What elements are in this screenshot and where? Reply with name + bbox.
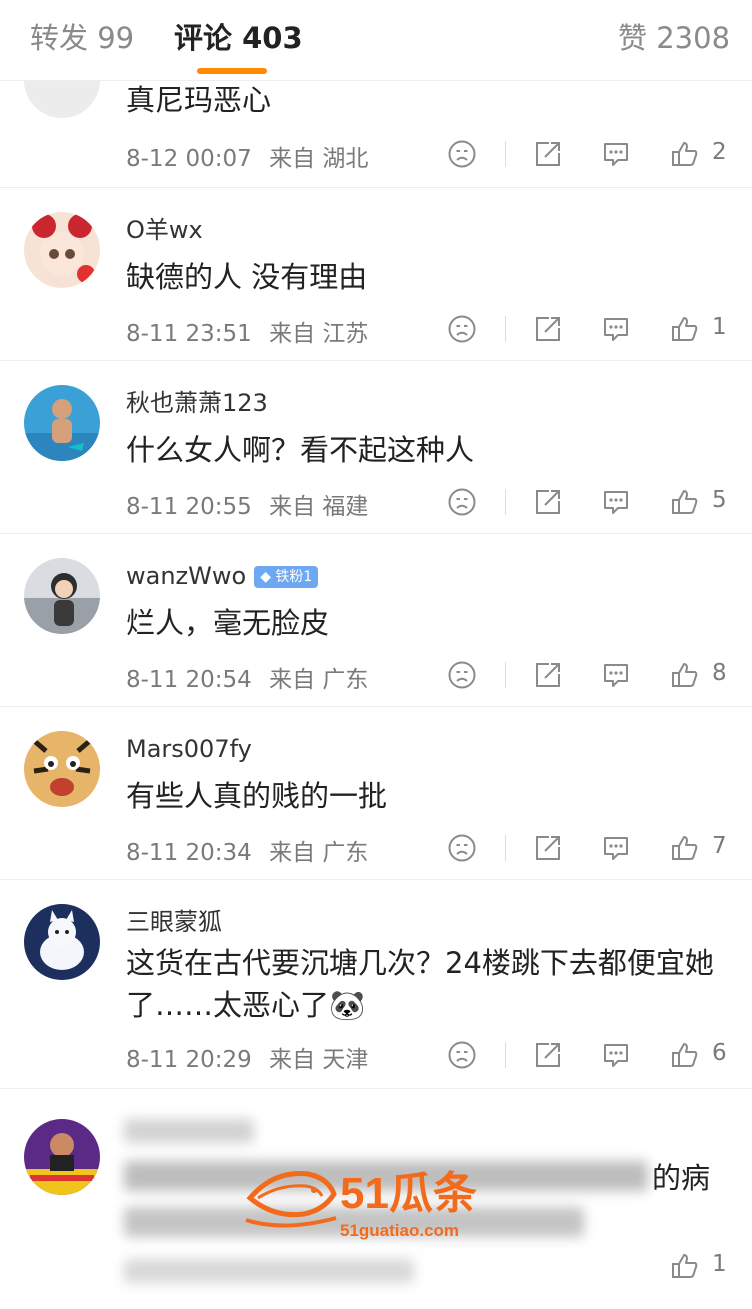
comment-meta: 8-12 00:07 来自 湖北 [126, 139, 378, 173]
like-count: 1 [712, 314, 727, 340]
like-icon[interactable] [670, 660, 700, 690]
like-icon[interactable] [670, 487, 700, 517]
comment-text: 真尼玛恶心 [126, 83, 272, 117]
like-count: 7 [712, 833, 727, 859]
comment-meta: 8-11 20:34 来自 广东 [126, 833, 378, 867]
like-count: 5 [712, 487, 727, 513]
comment-text: 这货在古代要沉塘几次？24楼跳下去都便宜她了……太恶心了🐼 [126, 942, 726, 1026]
fan-badge-label: 铁粉1 [275, 569, 313, 585]
dislike-icon[interactable] [447, 833, 477, 863]
comment-item: wanzWwo ◆ 铁粉1 烂人，毫无脸皮 8-11 20:54 来自 广东 8 [0, 534, 752, 707]
username[interactable]: wanzWwo ◆ 铁粉1 [126, 560, 319, 592]
comment-location: 来自 江苏 [269, 321, 369, 347]
share-icon[interactable] [533, 1040, 563, 1070]
avatar[interactable] [24, 1119, 100, 1195]
username-text: wanzWwo [126, 562, 247, 590]
comment-text: 缺德的人 没有理由 [126, 260, 368, 294]
active-tab-indicator [197, 68, 267, 74]
comment-item: Mars007fy 有些人真的贱的一批 8-11 20:34 来自 广东 7 [0, 707, 752, 880]
comment-text: 什么女人啊？看不起这种人 [126, 433, 475, 467]
divider [505, 835, 506, 861]
like-count: 1 [712, 1251, 727, 1277]
comment-meta: 8-11 20:29 来自 天津 [126, 1040, 378, 1074]
dislike-icon[interactable] [447, 314, 477, 344]
divider [505, 141, 506, 167]
comment-date: 8-11 23:51 [126, 321, 252, 347]
dislike-icon[interactable] [447, 487, 477, 517]
username[interactable]: O羊wx [126, 214, 203, 246]
username[interactable]: 三眼蒙狐 [126, 906, 222, 938]
comment-date: 8-11 20:54 [126, 667, 252, 693]
comment-list: 真尼玛恶心 8-12 00:07 来自 湖北 2 O羊wx 缺德的人 没有理由 … [0, 42, 752, 1309]
diamond-icon: ◆ [260, 569, 276, 585]
divider [505, 1042, 506, 1068]
like-icon[interactable] [670, 1040, 700, 1070]
divider [505, 489, 506, 515]
blurred-username [124, 1119, 254, 1143]
share-icon[interactable] [533, 314, 563, 344]
avatar[interactable] [24, 385, 100, 461]
like-icon[interactable] [670, 833, 700, 863]
comment-text-body: 这货在古代要沉塘几次？24楼跳下去都便宜她了……太恶心了 [126, 946, 714, 1022]
like-count: 2 [712, 139, 727, 165]
avatar[interactable] [24, 558, 100, 634]
avatar[interactable] [24, 212, 100, 288]
reply-icon[interactable] [601, 487, 631, 517]
comment-item: O羊wx 缺德的人 没有理由 8-11 23:51 来自 江苏 1 [0, 188, 752, 361]
comment-location: 来自 天津 [269, 1047, 369, 1073]
tab-repost[interactable]: 转发 99 [30, 18, 134, 58]
like-icon[interactable] [670, 139, 700, 169]
watermark: 51瓜条 51guatiao.com [244, 1158, 514, 1242]
username[interactable]: Mars007fy [126, 733, 252, 765]
comment-location: 来自 福建 [269, 494, 369, 520]
like-count: 8 [712, 660, 727, 686]
share-icon[interactable] [533, 833, 563, 863]
like-count: 6 [712, 1040, 727, 1066]
share-icon[interactable] [533, 139, 563, 169]
fan-badge: ◆ 铁粉1 [254, 566, 319, 588]
avatar[interactable] [24, 904, 100, 980]
comment-text: 有些人真的贱的一批 [126, 779, 388, 813]
share-icon[interactable] [533, 660, 563, 690]
tab-likes[interactable]: 赞 2308 [618, 18, 730, 58]
like-icon[interactable] [670, 314, 700, 344]
avatar[interactable] [24, 731, 100, 807]
comment-date: 8-11 20:34 [126, 840, 252, 866]
watermark-url: 51guatiao.com [340, 1221, 459, 1240]
comment-date: 8-11 20:29 [126, 1047, 252, 1073]
divider [505, 316, 506, 342]
dislike-icon[interactable] [447, 660, 477, 690]
tab-comments[interactable]: 评论 403 [174, 18, 303, 58]
reply-icon[interactable] [601, 833, 631, 863]
comment-date: 8-12 00:07 [126, 146, 252, 172]
comment-text-tail: 的病 [652, 1161, 711, 1195]
comment-text: 烂人，毫无脸皮 [126, 606, 330, 640]
reply-icon[interactable] [601, 139, 631, 169]
panda-emoji-icon: 🐼 [329, 988, 366, 1022]
comment-item: 秋也萧萧123 什么女人啊？看不起这种人 8-11 20:55 来自 福建 5 [0, 361, 752, 534]
comment-location: 来自 湖北 [269, 146, 369, 172]
blurred-meta [124, 1259, 414, 1283]
divider [505, 662, 506, 688]
dislike-icon[interactable] [447, 1040, 477, 1070]
watermark-brand: 51瓜条 [340, 1169, 477, 1218]
comment-meta: 8-11 20:55 来自 福建 [126, 487, 378, 521]
comment-meta: 8-11 23:51 来自 江苏 [126, 314, 378, 348]
comment-location: 来自 广东 [269, 667, 369, 693]
reply-icon[interactable] [601, 1040, 631, 1070]
comment-date: 8-11 20:55 [126, 494, 252, 520]
reply-icon[interactable] [601, 660, 631, 690]
comment-tab-bar: 转发 99 评论 403 赞 2308 [0, 0, 752, 81]
reply-icon[interactable] [601, 314, 631, 344]
comment-location: 来自 广东 [269, 840, 369, 866]
comment-meta: 8-11 20:54 来自 广东 [126, 660, 378, 694]
username[interactable]: 秋也萧萧123 [126, 387, 268, 419]
like-icon[interactable] [670, 1251, 700, 1281]
comment-item: 真尼玛恶心 8-12 00:07 来自 湖北 2 [0, 42, 752, 188]
share-icon[interactable] [533, 487, 563, 517]
fish-logo-icon [245, 1171, 337, 1228]
comment-item: 三眼蒙狐 这货在古代要沉塘几次？24楼跳下去都便宜她了……太恶心了🐼 8-11 … [0, 880, 752, 1089]
dislike-icon[interactable] [447, 139, 477, 169]
